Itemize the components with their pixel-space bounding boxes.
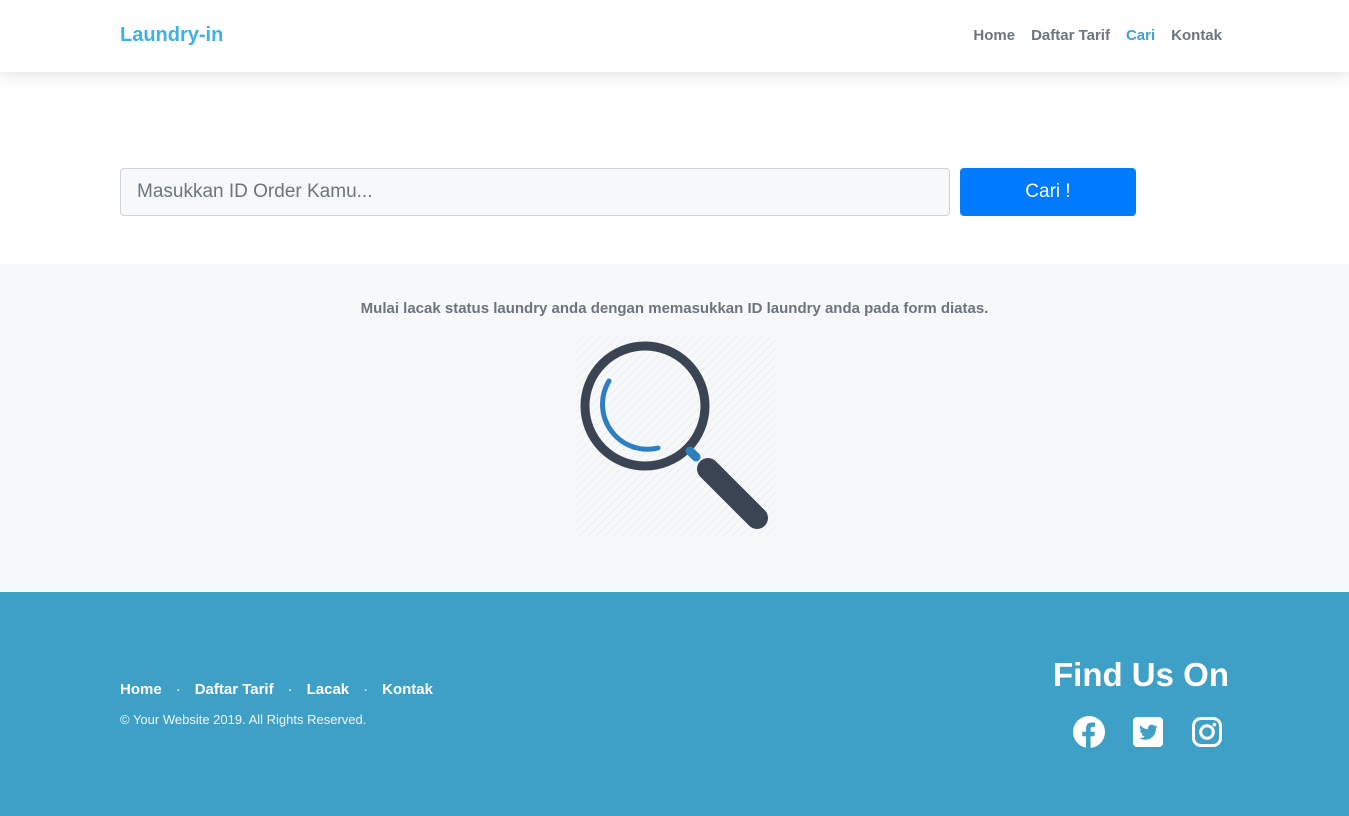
- footer-link-lacak[interactable]: Lacak: [307, 681, 350, 698]
- facebook-icon[interactable]: [1073, 716, 1105, 748]
- footer-separator: ·: [287, 681, 293, 698]
- social-links: [1073, 716, 1223, 748]
- footer: Home · Daftar Tarif · Lacak · Kontak © Y…: [0, 592, 1349, 816]
- order-id-search-input[interactable]: [120, 168, 950, 216]
- footer-links: Home · Daftar Tarif · Lacak · Kontak: [120, 681, 433, 698]
- magnifier-collar: [685, 446, 701, 462]
- search-button[interactable]: Cari !: [960, 168, 1136, 216]
- find-us-heading: Find Us On: [1053, 656, 1229, 693]
- nav-link-cari[interactable]: Cari: [1126, 27, 1155, 44]
- footer-separator: ·: [175, 681, 181, 698]
- nav-link-kontak[interactable]: Kontak: [1171, 27, 1222, 44]
- nav-link-daftar-tarif[interactable]: Daftar Tarif: [1031, 27, 1110, 44]
- brand-logo[interactable]: Laundry-in: [120, 24, 223, 47]
- footer-link-home[interactable]: Home: [120, 681, 162, 698]
- nav-link-home[interactable]: Home: [973, 27, 1015, 44]
- footer-link-kontak[interactable]: Kontak: [382, 681, 433, 698]
- footer-link-daftar-tarif[interactable]: Daftar Tarif: [195, 681, 274, 698]
- twitter-icon[interactable]: [1132, 716, 1164, 748]
- magnifier-icon: [575, 336, 775, 536]
- instagram-icon[interactable]: [1191, 716, 1223, 748]
- info-section: Mulai lacak status laundry anda dengan m…: [0, 264, 1349, 592]
- footer-separator: ·: [363, 681, 369, 698]
- info-message: Mulai lacak status laundry anda dengan m…: [360, 300, 989, 317]
- copyright-text: © Your Website 2019. All Rights Reserved…: [120, 712, 367, 727]
- search-section: Cari !: [0, 72, 1349, 264]
- nav-menu: Home Daftar Tarif Cari Kontak: [973, 27, 1222, 44]
- navbar: Laundry-in Home Daftar Tarif Cari Kontak: [0, 0, 1349, 72]
